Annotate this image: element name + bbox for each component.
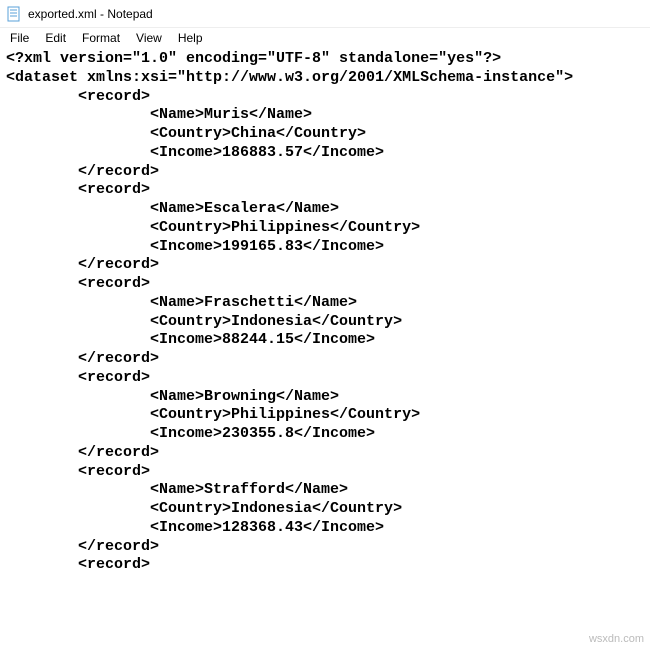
- menu-bar: File Edit Format View Help: [0, 28, 650, 48]
- menu-edit[interactable]: Edit: [37, 29, 74, 47]
- menu-file[interactable]: File: [2, 29, 37, 47]
- watermark: wsxdn.com: [589, 633, 644, 645]
- title-bar[interactable]: exported.xml - Notepad: [0, 0, 650, 28]
- menu-help[interactable]: Help: [170, 29, 211, 47]
- editor-content[interactable]: <?xml version="1.0" encoding="UTF-8" sta…: [0, 48, 650, 577]
- menu-format[interactable]: Format: [74, 29, 128, 47]
- window-title: exported.xml - Notepad: [28, 7, 153, 21]
- menu-view[interactable]: View: [128, 29, 170, 47]
- notepad-icon: [6, 6, 22, 22]
